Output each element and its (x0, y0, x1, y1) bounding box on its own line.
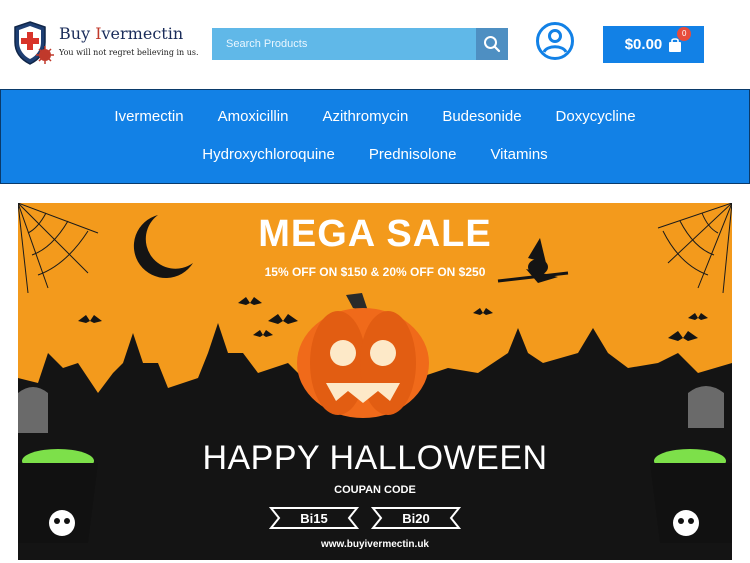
account-button[interactable] (535, 21, 575, 61)
nav-item-azithromycin[interactable]: Azithromycin (305, 108, 425, 125)
coupon-code-1: Bi15 (300, 510, 328, 526)
cart-button[interactable]: $0.00 0 (603, 26, 704, 63)
banner-headline: MEGA SALE (258, 213, 492, 255)
brand-name: Buy Ivermectin (59, 24, 184, 43)
main-navigation: Ivermectin Amoxicillin Azithromycin Bude… (0, 89, 750, 184)
shopping-bag-icon: 0 (668, 26, 692, 53)
tombstone-left-icon (18, 387, 48, 433)
nav-item-amoxicillin[interactable]: Amoxicillin (201, 108, 306, 125)
nav-item-vitamins[interactable]: Vitamins (473, 146, 564, 163)
user-account-icon (536, 22, 574, 60)
tombstone-right-icon (688, 386, 724, 428)
search-icon (484, 36, 501, 53)
nav-item-hydroxychloroquine[interactable]: Hydroxychloroquine (185, 146, 352, 163)
halloween-scene-illustration (18, 203, 732, 560)
banner-title: HAPPY HALLOWEEN (202, 439, 548, 477)
nav-item-budesonide[interactable]: Budesonide (425, 108, 538, 125)
search-bar (212, 28, 508, 60)
search-button[interactable] (476, 28, 508, 60)
nav-item-ivermectin[interactable]: Ivermectin (97, 108, 200, 125)
shield-cross-logo-icon (14, 21, 54, 65)
nav-item-prednisolone[interactable]: Prednisolone (352, 146, 474, 163)
site-header: Buy Ivermectin You will not regret belie… (0, 0, 750, 88)
cart-total: $0.00 (624, 36, 663, 53)
brand-tagline: You will not regret believing in us. (59, 48, 199, 57)
nav-row: Ivermectin Amoxicillin Azithromycin Bude… (1, 108, 749, 125)
site-logo[interactable]: Buy Ivermectin You will not regret belie… (12, 20, 202, 68)
banner-website: www.buyivermectin.uk (321, 539, 429, 550)
cart-count-badge: 0 (677, 26, 692, 41)
coupon-label: COUPAN CODE (334, 484, 416, 496)
nav-item-doxycycline[interactable]: Doxycycline (539, 108, 653, 125)
coupon-code-2: Bi20 (402, 510, 430, 526)
search-input[interactable] (212, 28, 476, 60)
nav-row: Hydroxychloroquine Prednisolone Vitamins (1, 146, 749, 163)
banner-offer: 15% OFF ON $150 & 20% OFF ON $250 (264, 265, 486, 279)
halloween-sale-banner[interactable]: MEGA SALE 15% OFF ON $150 & 20% OFF ON $… (18, 203, 732, 560)
